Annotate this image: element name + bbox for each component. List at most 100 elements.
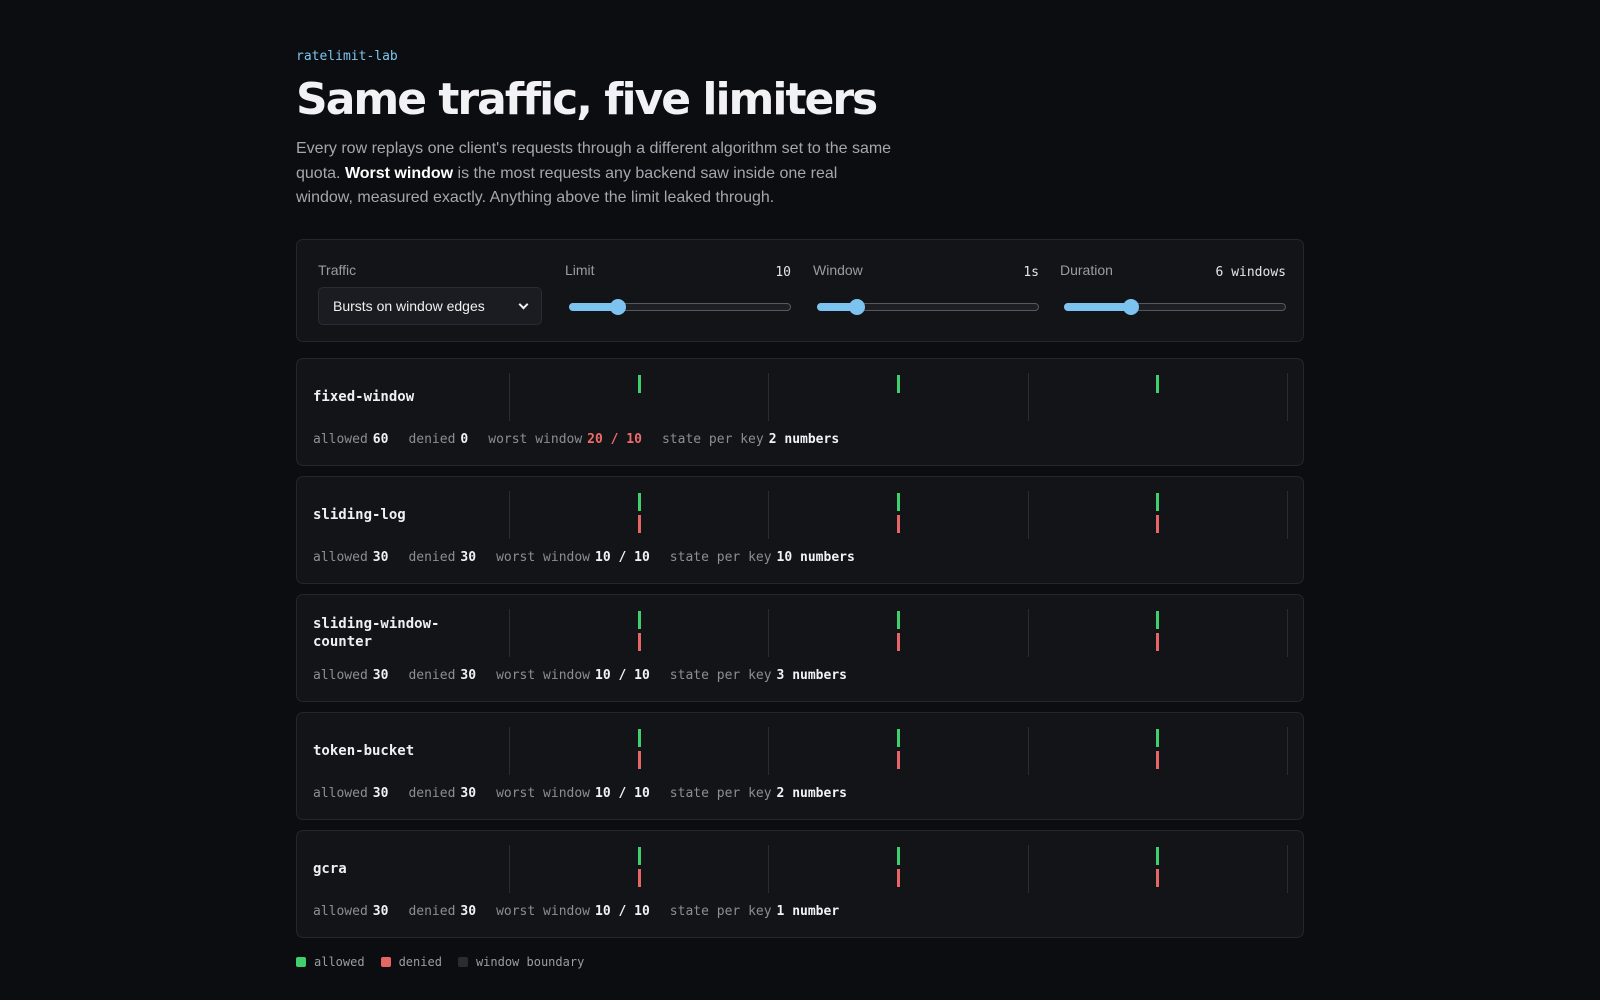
stat-label: allowed: [313, 904, 368, 919]
stat-label: worst window: [496, 786, 590, 801]
denied-mark: [897, 515, 900, 533]
limiter-row: gcra allowed 30 denied 30 worst window 10 / 10…: [296, 830, 1304, 938]
page-description: Every row replays one client's requests …: [296, 137, 896, 211]
lede-emphasis: Worst window: [344, 164, 454, 182]
denied-count: 30: [460, 786, 477, 801]
legend-label: window boundary: [475, 955, 585, 969]
limit-control: Limit 10: [565, 240, 791, 341]
limiter-name: fixed-window: [313, 389, 415, 405]
legend-swatch: [296, 957, 306, 967]
limiter-row: sliding-log allowed 30 denied 30 worst window…: [296, 476, 1304, 584]
allowed-mark: [637, 611, 641, 629]
allowed-mark: [1156, 847, 1160, 865]
allowed-mark: [897, 847, 900, 865]
traffic-label: Traffic: [318, 262, 357, 278]
row-stats: allowed 60 denied 0 worst window 20 / 10 state…: [313, 432, 859, 447]
denied-mark: [1156, 751, 1160, 769]
window-control: Window 1s: [813, 240, 1039, 341]
limit-label: Limit: [565, 262, 595, 278]
window-slider[interactable]: [817, 299, 1039, 315]
denied-mark: [1156, 869, 1160, 887]
state-per-key-value: 10 numbers: [776, 550, 855, 565]
page-title: Same traffic, five limiters: [296, 74, 878, 125]
traffic-control: Traffic Bursts on window edges: [318, 240, 544, 341]
stat-label: allowed: [313, 668, 368, 683]
stat-label: state per key: [661, 432, 764, 447]
request-timeline: [509, 491, 1288, 539]
window-boundary: [1287, 727, 1288, 775]
duration-label: Duration: [1060, 262, 1113, 278]
limit-slider[interactable]: [569, 299, 791, 315]
denied-mark: [637, 751, 641, 769]
denied-count: 0: [460, 432, 469, 447]
request-timeline: [509, 727, 1288, 775]
stat-label: denied: [408, 432, 456, 447]
slider-thumb[interactable]: [1122, 299, 1139, 315]
legend-swatch: [457, 957, 468, 967]
allowed-count: 30: [372, 904, 389, 919]
limiter-name: sliding-window-counter: [313, 616, 440, 650]
row-stats: allowed 30 denied 30 worst window 10 / 10 stat…: [313, 550, 875, 565]
denied-mark: [897, 751, 900, 769]
slider-fill: [1064, 303, 1131, 311]
state-per-key-value: 2 numbers: [776, 786, 847, 801]
stat-label: state per key: [669, 786, 772, 801]
traffic-selected-value: Bursts on window edges: [333, 298, 485, 314]
legend: allowed denied window boundary: [296, 955, 600, 969]
worst-window-value: 10 / 10: [595, 904, 650, 919]
stat-label: state per key: [669, 904, 772, 919]
limit-value: 10: [775, 265, 791, 280]
allowed-mark: [637, 847, 641, 865]
slider-thumb[interactable]: [848, 299, 865, 315]
legend-item: allowed: [296, 955, 365, 969]
allowed-mark: [637, 493, 641, 511]
stat-label: denied: [408, 550, 456, 565]
denied-count: 30: [460, 550, 477, 565]
allowed-mark: [637, 729, 641, 747]
stat-label: worst window: [496, 550, 590, 565]
window-boundary: [1027, 491, 1029, 539]
controls-panel: Traffic Bursts on window edges Limit 10 …: [296, 239, 1304, 342]
window-boundary: [1287, 845, 1288, 893]
stat-label: denied: [408, 786, 456, 801]
window-boundary: [1027, 845, 1029, 893]
duration-control: Duration 6 windows: [1060, 240, 1286, 341]
allowed-mark: [897, 493, 900, 511]
stat-label: allowed: [313, 432, 368, 447]
worst-window-value: 20 / 10: [587, 432, 642, 447]
window-boundary: [509, 845, 510, 893]
stat-label: allowed: [313, 550, 368, 565]
allowed-count: 30: [372, 668, 389, 683]
worst-window-value: 10 / 10: [595, 786, 650, 801]
traffic-select[interactable]: Bursts on window edges: [318, 287, 542, 325]
stat-label: denied: [408, 904, 456, 919]
worst-window-value: 10 / 10: [595, 668, 650, 683]
window-boundary: [1027, 373, 1029, 421]
window-boundary: [1027, 609, 1029, 657]
allowed-mark: [1156, 493, 1160, 511]
allowed-mark: [897, 611, 900, 629]
denied-mark: [1156, 633, 1160, 651]
window-boundary: [509, 491, 510, 539]
stat-label: allowed: [313, 786, 368, 801]
window-boundary: [768, 845, 770, 893]
window-boundary: [768, 491, 770, 539]
window-boundary: [509, 727, 510, 775]
window-boundary: [509, 609, 510, 657]
limiter-name: sliding-log: [313, 507, 406, 523]
duration-slider[interactable]: [1064, 299, 1286, 315]
stat-label: worst window: [488, 432, 583, 447]
row-stats: allowed 30 denied 30 worst window 10 / 10 stat…: [313, 668, 867, 683]
allowed-count: 30: [372, 550, 389, 565]
legend-label: allowed: [314, 955, 365, 969]
limiter-name: gcra: [313, 861, 347, 877]
stat-label: worst window: [496, 904, 590, 919]
limiter-rows: fixed-window allowed 60 denied 0 worst window…: [296, 358, 1304, 948]
legend-swatch: [380, 957, 391, 967]
denied-mark: [637, 869, 641, 887]
limiter-row: token-bucket allowed 30 denied 30 worst windo…: [296, 712, 1304, 820]
window-boundary: [768, 609, 770, 657]
window-boundary: [768, 373, 770, 421]
window-boundary: [768, 727, 770, 775]
slider-thumb[interactable]: [609, 299, 626, 315]
